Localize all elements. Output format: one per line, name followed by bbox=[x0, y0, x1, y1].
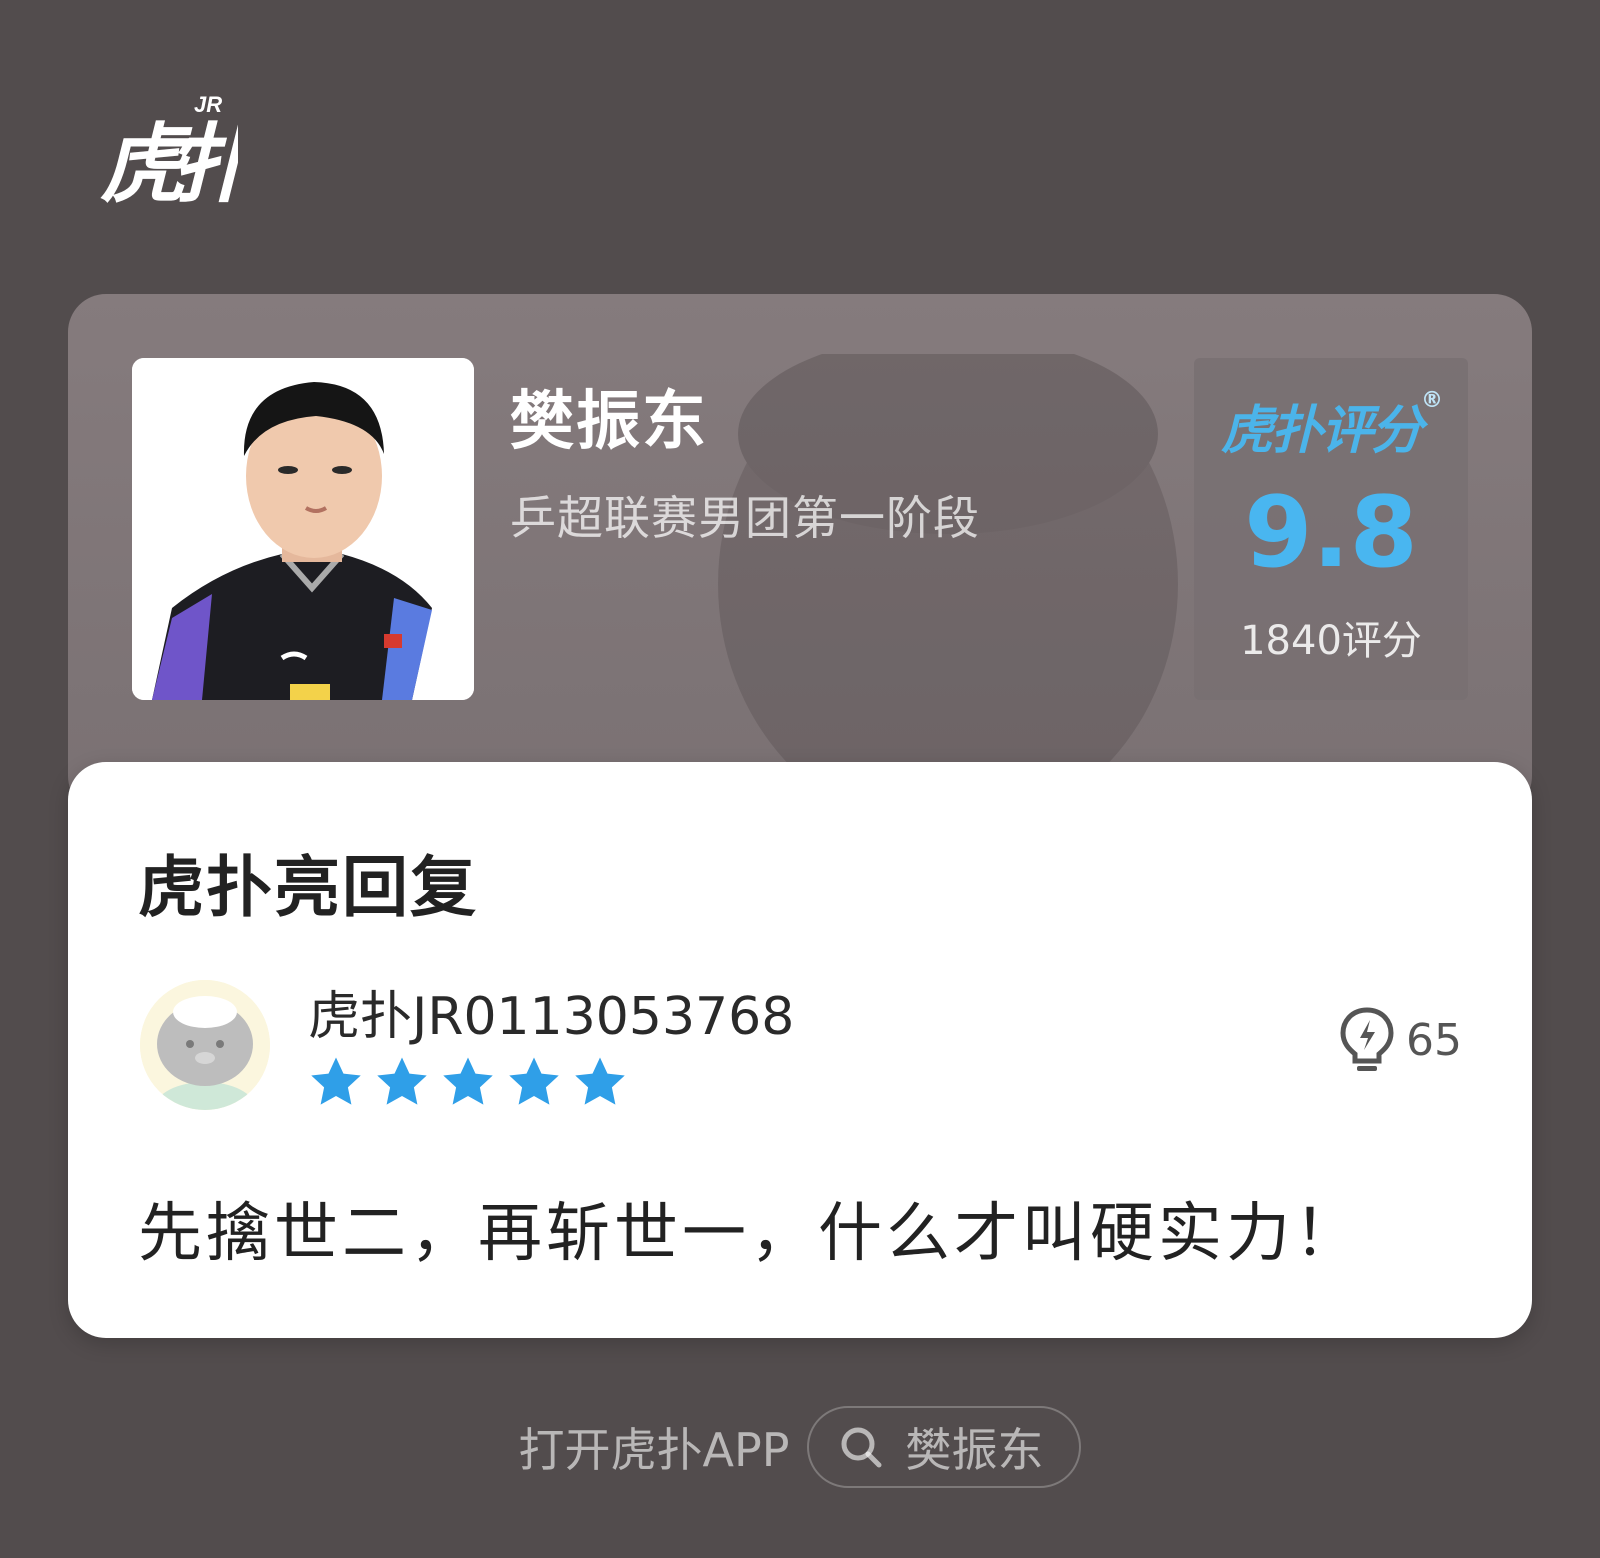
section-title: 虎扑亮回复 bbox=[138, 849, 478, 926]
hupu-logo: JR 虎扑 bbox=[98, 86, 238, 206]
rating-count: 1840评分 bbox=[1240, 618, 1422, 664]
rating-box[interactable]: 虎扑评分® 9.8 1840评分 bbox=[1194, 358, 1468, 700]
svg-text:虎扑: 虎扑 bbox=[100, 115, 238, 206]
star-icon bbox=[509, 1057, 559, 1105]
registered-mark: ® bbox=[1421, 388, 1443, 413]
player-photo[interactable] bbox=[132, 358, 474, 700]
svg-text:JR: JR bbox=[194, 92, 222, 117]
bottom-bar: 打开虎扑APP 樊振东 bbox=[0, 1404, 1600, 1490]
hot-reply-card: 虎扑亮回复 虎扑JR0113053768 65 先擒世二，再斩世一，什么才叫硬实… bbox=[68, 762, 1532, 1338]
hupu-logo-icon: JR 虎扑 bbox=[100, 92, 238, 206]
search-button[interactable]: 樊振东 bbox=[807, 1406, 1082, 1488]
star-icon bbox=[311, 1057, 361, 1105]
rating-brand-label: 虎扑评分 bbox=[1220, 401, 1423, 461]
star-rating bbox=[308, 1054, 628, 1110]
star-icon bbox=[443, 1057, 493, 1105]
star-icon bbox=[575, 1057, 625, 1105]
lightbulb-icon bbox=[1340, 1007, 1394, 1071]
star-icon bbox=[377, 1057, 427, 1105]
rating-brand: 虎扑评分® bbox=[1194, 388, 1468, 463]
player-header-card: 樊振东 乒超联赛男团第一阶段 虎扑评分® 9.8 1840评分 bbox=[68, 294, 1532, 814]
event-name: 乒超联赛男团第一阶段 bbox=[510, 491, 980, 545]
reply-content: 先擒世二，再斩世一，什么才叫硬实力！ bbox=[138, 1197, 1362, 1271]
player-portrait-icon bbox=[132, 358, 474, 700]
avatar[interactable] bbox=[140, 980, 270, 1110]
light-button[interactable]: 65 bbox=[1338, 1006, 1462, 1074]
background-portrait bbox=[718, 354, 1178, 814]
rating-score: 9.8 bbox=[1244, 476, 1418, 590]
search-icon bbox=[841, 1427, 882, 1468]
search-term: 樊振东 bbox=[905, 1423, 1044, 1477]
username[interactable]: 虎扑JR0113053768 bbox=[308, 974, 794, 1049]
avatar-icon bbox=[140, 980, 270, 1110]
player-name: 樊振东 bbox=[510, 385, 708, 459]
like-count: 65 bbox=[1406, 1014, 1462, 1066]
open-app-link[interactable]: 打开虎扑APP bbox=[519, 1414, 790, 1480]
